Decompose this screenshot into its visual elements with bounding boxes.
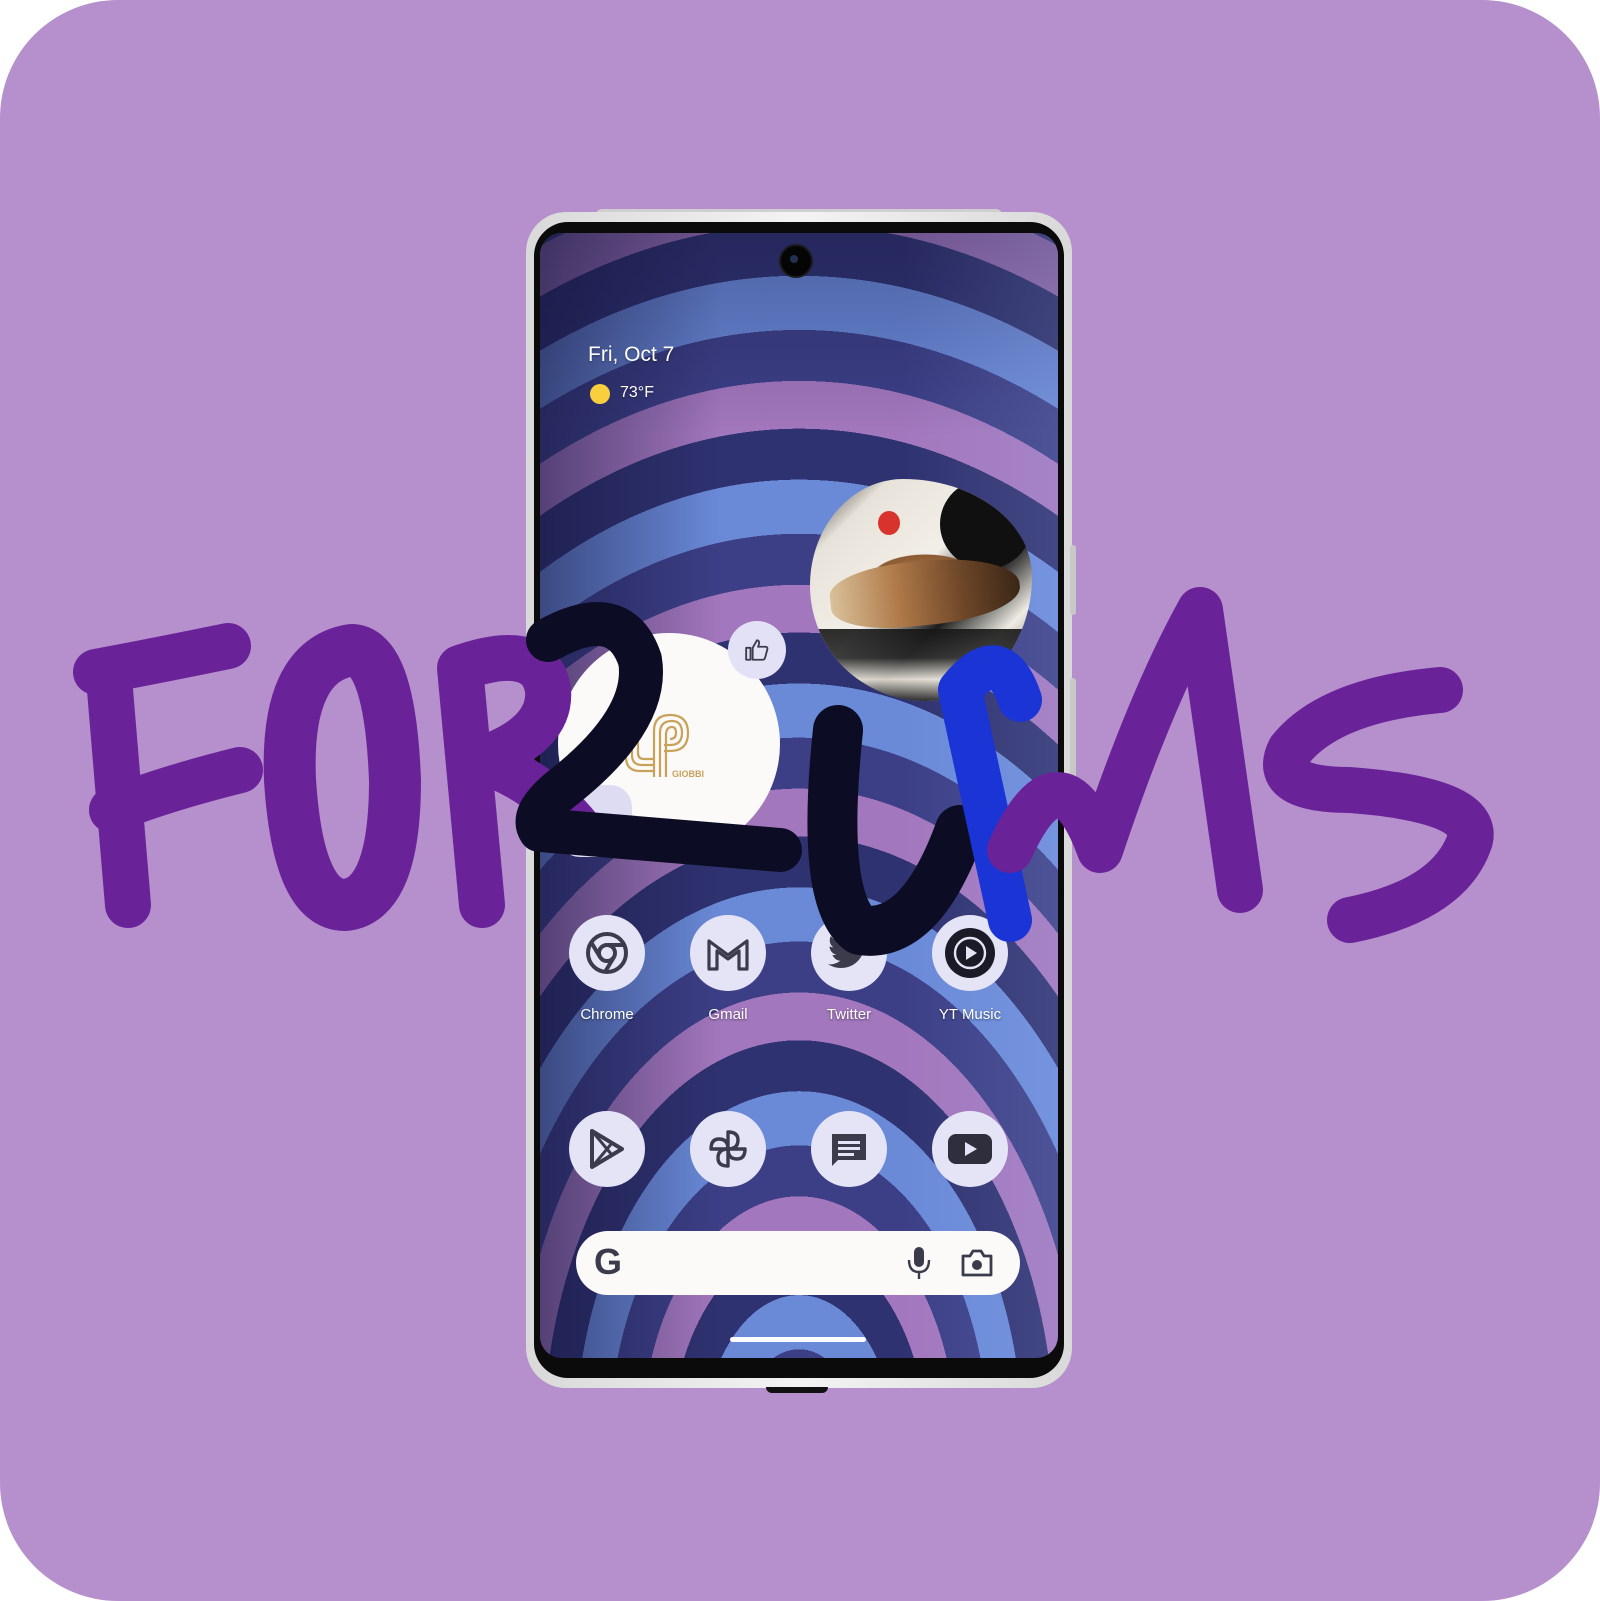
letter-o: [263, 624, 421, 931]
messages-icon: [832, 1134, 866, 1166]
photo-shadow-area: [940, 479, 1032, 569]
background-card: Fri, Oct 7 73°F GIOBBI Chrome Gmail Twit…: [0, 0, 1600, 1601]
app-label-twitter: Twitter: [826, 1006, 872, 1023]
pinwheel-icon: [709, 1130, 747, 1168]
chrome-icon: [586, 932, 628, 974]
phone-power-button: [1070, 545, 1076, 615]
photo-floor: [810, 629, 1032, 701]
photo-widget[interactable]: [810, 479, 1032, 701]
app-label-yt-music: YT Music: [938, 1006, 1002, 1023]
svg-text:GIOBBI: GIOBBI: [672, 769, 704, 779]
app-label-chrome: Chrome: [580, 1006, 634, 1023]
photo-dog: [827, 551, 1023, 635]
app-messages[interactable]: [811, 1111, 887, 1187]
search-bar[interactable]: G: [576, 1231, 1020, 1295]
app-chrome[interactable]: [569, 915, 645, 991]
photo-red-ball: [878, 511, 900, 535]
home-indicator[interactable]: [730, 1337, 866, 1342]
pause-button[interactable]: [558, 785, 632, 857]
app-twitter[interactable]: [811, 915, 887, 991]
phone-screen: Fri, Oct 7 73°F GIOBBI Chrome Gmail Twit…: [540, 233, 1058, 1358]
yt-music-icon: [945, 928, 995, 978]
like-button[interactable]: [728, 621, 786, 679]
google-logo: G: [594, 1241, 623, 1282]
camera-lens-icon[interactable]: [960, 1248, 994, 1278]
sun-icon: [590, 384, 610, 404]
twitter-icon: [827, 934, 870, 969]
gmail-icon: [707, 939, 749, 971]
youtube-icon: [948, 1134, 992, 1164]
letter-s: [1263, 667, 1494, 943]
giobbi-logo: GIOBBI: [624, 705, 704, 779]
app-play-store[interactable]: [569, 1111, 645, 1187]
date-label[interactable]: Fri, Oct 7: [588, 343, 674, 367]
app-yt-music[interactable]: [932, 915, 1008, 991]
temperature-label[interactable]: 73°F: [620, 384, 654, 402]
play-store-icon: [590, 1129, 624, 1169]
phone-bottom-port: [766, 1387, 828, 1393]
app-youtube[interactable]: [932, 1111, 1008, 1187]
letter-f: [73, 623, 263, 928]
mic-icon[interactable]: [906, 1245, 932, 1281]
phone-volume-button: [1070, 678, 1076, 788]
thumbs-up-icon: [745, 639, 769, 661]
app-gmail[interactable]: [690, 915, 766, 991]
app-photos[interactable]: [690, 1111, 766, 1187]
pause-icon: [589, 814, 601, 828]
front-camera: [781, 246, 811, 276]
app-label-gmail: Gmail: [708, 1006, 748, 1023]
